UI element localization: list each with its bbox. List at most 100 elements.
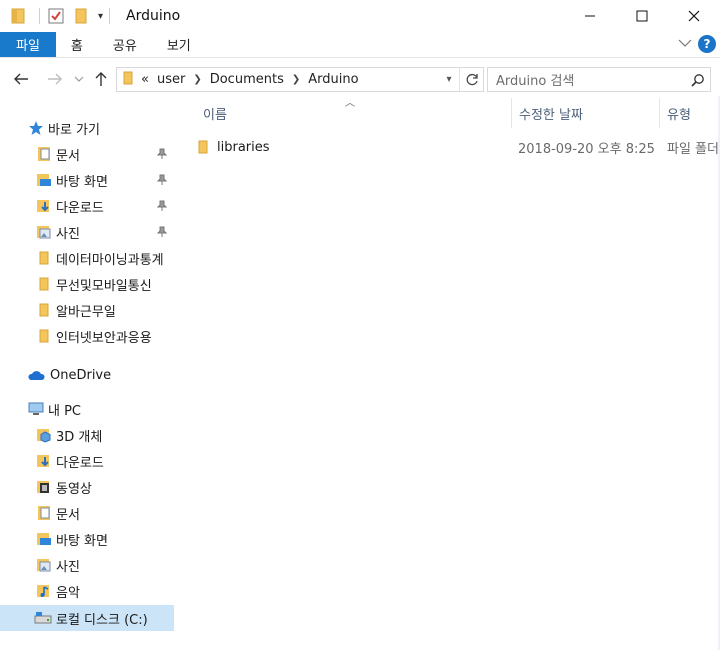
table-row[interactable]: libraries 2018-09-20 오후 8:25 파일 폴더 <box>175 134 720 160</box>
tab-file[interactable]: 파일 <box>0 32 56 57</box>
nav-folder-wireless[interactable]: 무선및모바일통신 <box>0 271 174 297</box>
column-name[interactable]: 이름 <box>195 96 511 130</box>
pin-icon[interactable] <box>156 173 168 187</box>
nav-label: 바탕 화면 <box>56 174 108 190</box>
file-name[interactable]: libraries <box>217 134 507 160</box>
nav-label: 사진 <box>56 226 80 242</box>
file-type: 파일 폴더 <box>667 141 719 157</box>
breadcrumb: « user ❯ Documents ❯ Arduino <box>117 71 439 89</box>
chevron-down-icon[interactable] <box>68 68 90 90</box>
breadcrumb-overflow[interactable]: « <box>141 72 149 87</box>
nav-downloads[interactable]: 다운로드 <box>0 193 174 219</box>
refresh-icon[interactable] <box>459 68 483 91</box>
file-modified: 2018-09-20 오후 8:25 <box>518 141 655 157</box>
nav-desktop[interactable]: 바탕 화면 <box>0 167 174 193</box>
nav-label: 문서 <box>56 148 80 164</box>
nav-label: 무선및모바일통신 <box>56 278 152 294</box>
nav-folder-security[interactable]: 인터넷보안과응용 <box>0 323 174 349</box>
nav-pc-documents[interactable]: 문서 <box>0 500 174 526</box>
nav-label: 3D 개체 <box>56 429 103 445</box>
nav-folder-datamining[interactable]: 데이터마이닝과통계 <box>0 245 174 271</box>
nav-pc-desktop[interactable]: 바탕 화면 <box>0 526 174 552</box>
nav-3d-objects[interactable]: 3D 개체 <box>0 422 174 448</box>
nav-quick-access[interactable]: 바로 가기 <box>0 115 174 141</box>
properties-checkbox-icon[interactable] <box>46 6 66 26</box>
nav-videos[interactable]: 동영상 <box>0 474 174 500</box>
videos-icon <box>36 479 52 495</box>
3d-objects-icon <box>36 427 52 443</box>
pin-icon[interactable] <box>156 225 168 239</box>
navigation-pane: 바로 가기 문서 바탕 화면 다운로드 사진 데이터마이닝과통계 무선및모바일통… <box>0 100 174 650</box>
pictures-icon <box>36 557 52 573</box>
tab-share[interactable]: 공유 <box>98 32 152 57</box>
back-arrow-icon[interactable] <box>10 68 32 90</box>
nav-music[interactable]: 음악 <box>0 578 174 604</box>
search-placeholder: Arduino 검색 <box>496 74 575 89</box>
title-bar: ▾ Arduino <box>0 0 720 32</box>
nav-label: 바로 가기 <box>48 122 100 138</box>
address-bar[interactable]: « user ❯ Documents ❯ Arduino ▾ <box>116 67 484 92</box>
nav-onedrive[interactable]: OneDrive <box>0 362 174 388</box>
tab-view[interactable]: 보기 <box>152 32 206 57</box>
nav-pc-pictures[interactable]: 사진 <box>0 552 174 578</box>
nav-label: 문서 <box>56 507 80 523</box>
nav-documents[interactable]: 문서 <box>0 141 174 167</box>
toolbar-separator <box>109 8 111 24</box>
breadcrumb-documents[interactable]: Documents <box>210 72 284 87</box>
chevron-right-icon[interactable]: ❯ <box>292 74 300 85</box>
window-controls <box>564 0 720 32</box>
nav-pictures[interactable]: 사진 <box>0 219 174 245</box>
music-icon <box>36 583 52 599</box>
column-modified[interactable]: 수정한 날짜 <box>511 96 659 130</box>
pin-icon[interactable] <box>156 199 168 213</box>
folder-icon <box>36 276 52 292</box>
breadcrumb-user[interactable]: user <box>157 72 185 87</box>
chevron-down-icon[interactable] <box>678 37 692 52</box>
nav-this-pc[interactable]: 내 PC <box>0 396 174 422</box>
tab-home[interactable]: 홈 <box>56 32 98 57</box>
nav-folder-worklog[interactable]: 알바근무일 <box>0 297 174 323</box>
nav-label: 인터넷보안과응용 <box>56 330 152 346</box>
computer-icon <box>28 401 44 417</box>
help-icon[interactable]: ? <box>698 35 716 53</box>
column-header: ︿ 이름 수정한 날짜 유형 <box>175 96 720 130</box>
nav-label: OneDrive <box>50 367 112 383</box>
download-icon <box>36 198 52 214</box>
pictures-icon <box>36 224 52 240</box>
nav-pc-downloads[interactable]: 다운로드 <box>0 448 174 474</box>
search-input[interactable]: Arduino 검색 <box>487 67 711 92</box>
nav-label: 음악 <box>56 585 80 601</box>
ribbon-right: ? <box>678 35 716 53</box>
up-arrow-icon[interactable] <box>90 68 112 90</box>
column-type[interactable]: 유형 <box>659 96 720 130</box>
nav-label: 데이터마이닝과통계 <box>56 252 164 268</box>
documents-icon <box>36 505 52 521</box>
address-row: « user ❯ Documents ❯ Arduino ▾ Arduino 검… <box>0 62 720 96</box>
folder-icon <box>8 6 28 26</box>
nav-label: 사진 <box>56 559 80 575</box>
search-icon[interactable] <box>686 73 710 87</box>
file-list: ︿ 이름 수정한 날짜 유형 libraries 2018-09-20 오후 8… <box>175 96 720 650</box>
forward-arrow-icon[interactable] <box>44 68 66 90</box>
maximize-button[interactable] <box>616 0 668 32</box>
nav-label: 다운로드 <box>56 200 104 216</box>
pin-icon[interactable] <box>156 147 168 161</box>
chevron-right-icon[interactable]: ❯ <box>193 74 201 85</box>
nav-label: 내 PC <box>48 403 82 419</box>
chevron-down-icon[interactable]: ▾ <box>439 74 459 85</box>
breadcrumb-arduino[interactable]: Arduino <box>308 72 358 87</box>
desktop-icon <box>36 531 52 547</box>
folder-icon <box>36 250 52 266</box>
chevron-down-icon[interactable]: ▾ <box>98 11 103 22</box>
desktop-icon <box>36 172 52 188</box>
nav-local-disk-c[interactable]: 로컬 디스크 (C:) <box>0 605 174 631</box>
window-title: Arduino <box>126 8 181 24</box>
minimize-button[interactable] <box>564 0 616 32</box>
new-folder-icon[interactable] <box>71 6 91 26</box>
drive-icon <box>34 610 52 626</box>
cloud-icon <box>26 367 46 383</box>
folder-icon <box>197 134 217 160</box>
nav-label: 동영상 <box>56 481 92 497</box>
folder-icon <box>36 302 52 318</box>
close-button[interactable] <box>668 0 720 32</box>
